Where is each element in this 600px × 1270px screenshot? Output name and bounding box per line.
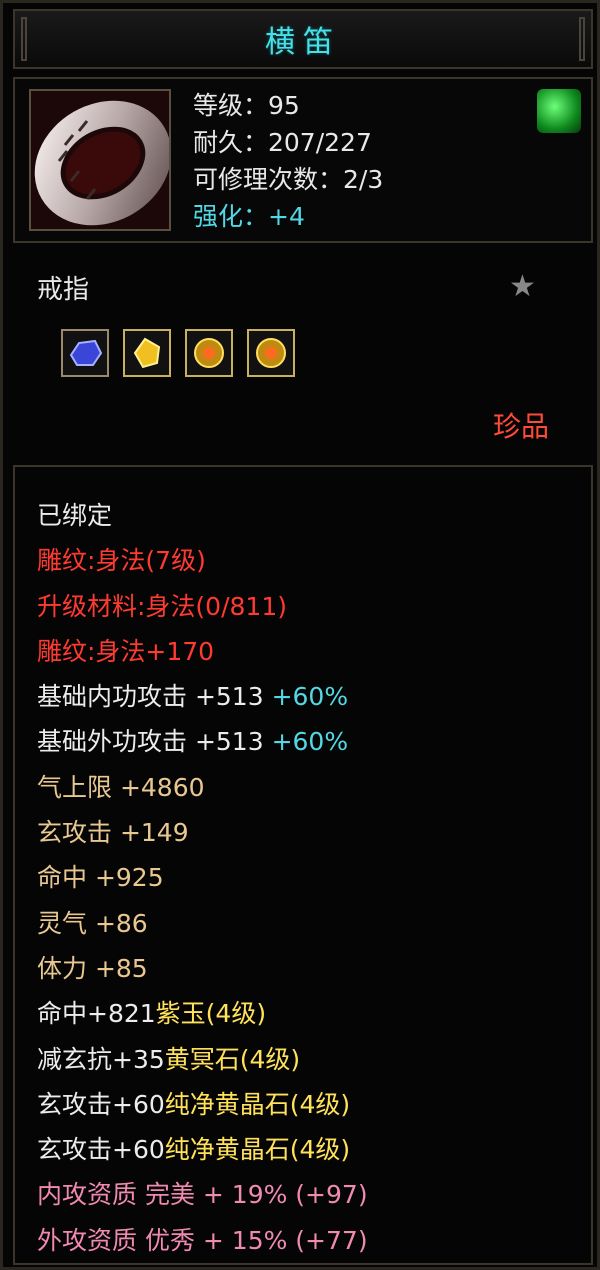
enhance-text: 强化：+4	[193, 202, 305, 231]
repairs-text: 可修理次数：2/3	[193, 165, 384, 194]
gem-name: 紫玉(4级)	[155, 999, 267, 1029]
yellow-crystal-icon	[247, 329, 295, 377]
title-ornament-left	[21, 17, 27, 61]
gem-name: 黄冥石(4级)	[164, 1044, 301, 1074]
inner-attack-line: 基础内功攻击 +513 +60%	[37, 674, 368, 719]
durability-text: 耐久：207/227	[193, 128, 372, 157]
attribute-list: 已绑定 雕纹:身法(7级) 升级材料:身法(0/811) 雕纹:身法+170 基…	[37, 493, 368, 1263]
gem-name: 纯净黄晶石(4级)	[164, 1089, 351, 1119]
engrave-bonus-line: 雕纹:身法+170	[37, 636, 215, 666]
sapphire-gem-icon	[61, 329, 109, 377]
inner-quality-line: 内攻资质 完美 + 19% (+97)	[37, 1180, 368, 1210]
xuan-attack-line: 玄攻击 +149	[37, 818, 189, 848]
outer-attack-percent: +60%	[271, 727, 349, 757]
rarity-label: 珍品	[493, 410, 550, 443]
topaz-gem-icon	[123, 329, 171, 377]
upgrade-line: 升级材料:身法(0/811)	[37, 591, 287, 621]
item-type: 戒指	[37, 275, 90, 305]
item-title: 横笛	[265, 25, 341, 60]
title-bar: 横笛	[13, 9, 593, 69]
engrave-line: 雕纹:身法(7级)	[37, 546, 206, 576]
gem-stat: 玄攻击+60	[37, 1089, 165, 1119]
outer-quality-line: 外攻资质 优秀 + 15% (+77)	[37, 1225, 368, 1255]
inner-attack-value: 基础内功攻击 +513	[37, 682, 272, 712]
qi-limit-line: 气上限 +4860	[37, 772, 205, 802]
gem-line-1: 命中+821紫玉(4级)	[37, 991, 368, 1036]
outer-attack-line: 基础外功攻击 +513 +60%	[37, 719, 368, 764]
level-text: 等级：95	[193, 91, 300, 120]
gem-line-2: 减玄抗+35黄冥石(4级)	[37, 1037, 368, 1082]
bound-status: 已绑定	[37, 501, 113, 530]
item-stats: 等级：95 耐久：207/227 可修理次数：2/3 强化：+4	[193, 87, 383, 235]
gem-line-4: 玄攻击+60纯净黄晶石(4级)	[37, 1127, 368, 1172]
attribute-panel: 已绑定 雕纹:身法(7级) 升级材料:身法(0/811) 雕纹:身法+170 基…	[13, 465, 593, 1265]
spirit-line: 灵气 +86	[37, 908, 148, 938]
star-icon: ★	[509, 269, 536, 304]
outer-attack-value: 基础外功攻击 +513	[37, 727, 272, 757]
gem-stat: 玄攻击+60	[37, 1135, 165, 1165]
gem-line-3: 玄攻击+60纯净黄晶石(4级)	[37, 1082, 368, 1127]
item-tooltip: 横笛 等级：95 耐久：207/227 可修理次数：2/3 强化：+4 戒指 ★…	[0, 0, 600, 1270]
item-header: 等级：95 耐久：207/227 可修理次数：2/3 强化：+4	[13, 77, 593, 243]
stamina-line: 体力 +85	[37, 953, 148, 983]
inner-attack-percent: +60%	[271, 682, 349, 712]
title-ornament-right	[579, 17, 585, 61]
yellow-crystal-icon	[185, 329, 233, 377]
hit-line: 命中 +925	[37, 863, 164, 893]
gem-stat: 减玄抗+35	[37, 1044, 165, 1074]
gem-stat: 命中+821	[37, 999, 156, 1029]
gem-name: 纯净黄晶石(4级)	[164, 1135, 351, 1165]
socket-row	[61, 329, 295, 377]
ring-icon	[29, 89, 171, 231]
green-jade-icon	[537, 89, 581, 133]
